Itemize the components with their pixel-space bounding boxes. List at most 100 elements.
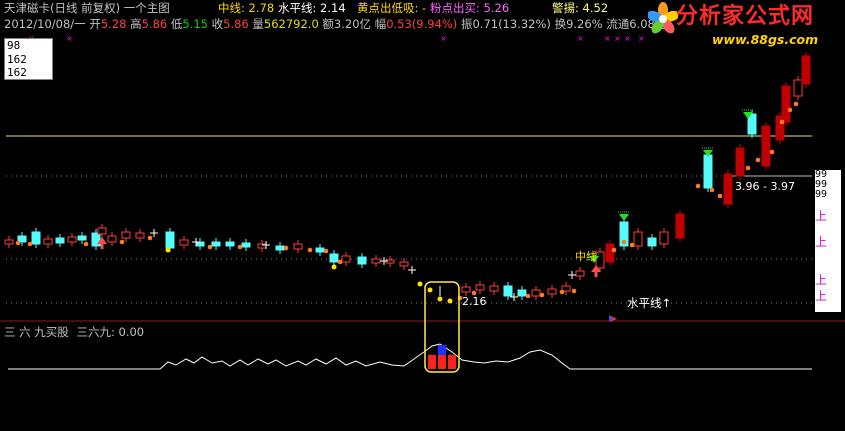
y-axis-value: 162	[7, 66, 27, 79]
magenta-mark: ×	[638, 34, 645, 43]
magenta-mark: ×	[604, 34, 611, 43]
magenta-mark: ×	[577, 34, 584, 43]
quote-low-label: 低	[170, 17, 183, 31]
quote-high-label: 高	[130, 17, 142, 31]
quote-float-label: 流通	[606, 17, 630, 31]
quote-high: 5.86	[141, 17, 168, 31]
y-axis-value: 162	[7, 52, 27, 66]
indicator-shuipingxian: 水平线: 2.14	[278, 1, 346, 15]
buy-dot	[709, 187, 715, 193]
quote-turn: 9.26%	[566, 17, 603, 31]
site-logo: 分析家公式网 www.88gs.com	[648, 2, 844, 56]
indicator-value: 4.52	[582, 1, 609, 15]
candle-body	[211, 241, 221, 247]
red-arrow-icon	[594, 272, 598, 277]
candle-body	[315, 247, 325, 253]
indicator-huangdian: 黄点出低吸: -	[357, 1, 426, 15]
candle-body	[179, 239, 189, 246]
signal-bar	[448, 355, 456, 369]
buy-dot	[793, 101, 799, 107]
low-buy-dot	[427, 287, 433, 293]
candle-body	[399, 261, 409, 267]
low-price-annotation: 2.16	[462, 295, 487, 308]
buy-dot	[337, 259, 343, 265]
quote-amp: 0.71(13.32%)	[472, 17, 551, 31]
red-arrow-icon	[100, 244, 104, 249]
right-axis-marker: 上	[815, 235, 828, 249]
magenta-mark: ×	[614, 34, 621, 43]
buy-dot	[769, 149, 775, 155]
candle-body	[633, 231, 643, 247]
signal-bar	[428, 355, 436, 369]
candle-body	[97, 227, 107, 235]
low-buy-dot	[437, 296, 443, 302]
buy-dot	[571, 288, 577, 294]
indicator-value: 2.78	[248, 1, 275, 15]
candle-body	[595, 251, 605, 269]
low-buy-dot	[417, 281, 423, 287]
quote-amt: 3.20亿	[333, 17, 372, 31]
indicator-label: 警揚:	[552, 1, 583, 15]
shuipingxian-annotation: 水平线↑	[627, 296, 672, 310]
candle-body	[67, 236, 77, 243]
candle-body	[121, 231, 131, 239]
buy-dot	[621, 239, 627, 245]
low-buy-dot	[447, 298, 453, 304]
buy-dot	[629, 242, 635, 248]
candle-body	[241, 242, 251, 248]
candle-body	[735, 147, 745, 177]
candle-body	[531, 289, 541, 297]
quote-chg: 0.53(9.94%)	[386, 17, 458, 31]
sub-panel-value-label: 三六九:	[76, 325, 119, 339]
candle-body	[647, 237, 657, 247]
indicator-value: -	[422, 1, 427, 15]
candle-body	[489, 285, 499, 292]
candle-body	[195, 241, 205, 247]
candle-body	[371, 258, 381, 264]
y-axis-box: 98 162 162	[4, 38, 53, 80]
right-axis-marker: 上	[815, 289, 828, 303]
right-axis-marker: 上	[815, 209, 828, 223]
candle-body	[4, 239, 14, 245]
kline-chart[interactable]: ××××××××	[0, 0, 845, 431]
sub-panel-title: 三 六 九买股	[4, 325, 69, 339]
low-buy-dot	[331, 264, 337, 270]
magenta-mark: ×	[66, 34, 73, 43]
indicator-label: 粉点出买:	[430, 1, 484, 15]
flower-logo-icon	[648, 2, 678, 34]
candle-body	[329, 253, 339, 263]
right-axis-value: 99	[815, 189, 828, 200]
y-axis-value: 98	[7, 39, 21, 52]
candle-body	[341, 255, 351, 263]
buy-dot	[15, 240, 21, 246]
buy-dot	[559, 289, 565, 295]
quote-vol-label: 量	[252, 17, 264, 31]
buy-dot	[83, 241, 89, 247]
buy-dot	[717, 193, 723, 199]
signal-bar	[438, 345, 446, 355]
buy-dot	[237, 244, 243, 250]
indicator-value: 2.14	[320, 1, 346, 15]
buy-dot	[695, 183, 701, 189]
candle-body	[77, 235, 87, 241]
candle-body	[703, 154, 713, 189]
candle-body	[107, 235, 117, 243]
buy-dot	[207, 244, 213, 250]
candle-body	[605, 243, 615, 263]
green-arrow-icon	[619, 214, 629, 221]
candle-body	[475, 284, 485, 291]
quote-close: 5.86	[223, 17, 249, 31]
sanliujiu-line	[8, 343, 812, 370]
candle-body	[517, 289, 527, 297]
signal-bar	[438, 355, 446, 369]
buy-dot	[525, 293, 531, 299]
candle-body	[225, 241, 235, 247]
candle-body	[575, 270, 585, 277]
candle-body	[801, 55, 811, 85]
right-axis-marker: 上	[815, 273, 828, 287]
candle-body	[357, 256, 367, 265]
indicator-zhongxian: 中线: 2.78	[218, 1, 274, 15]
candle-body	[55, 237, 65, 244]
quote-amp-label: 振	[460, 17, 473, 31]
logo-name: 分析家公式网	[676, 3, 815, 29]
